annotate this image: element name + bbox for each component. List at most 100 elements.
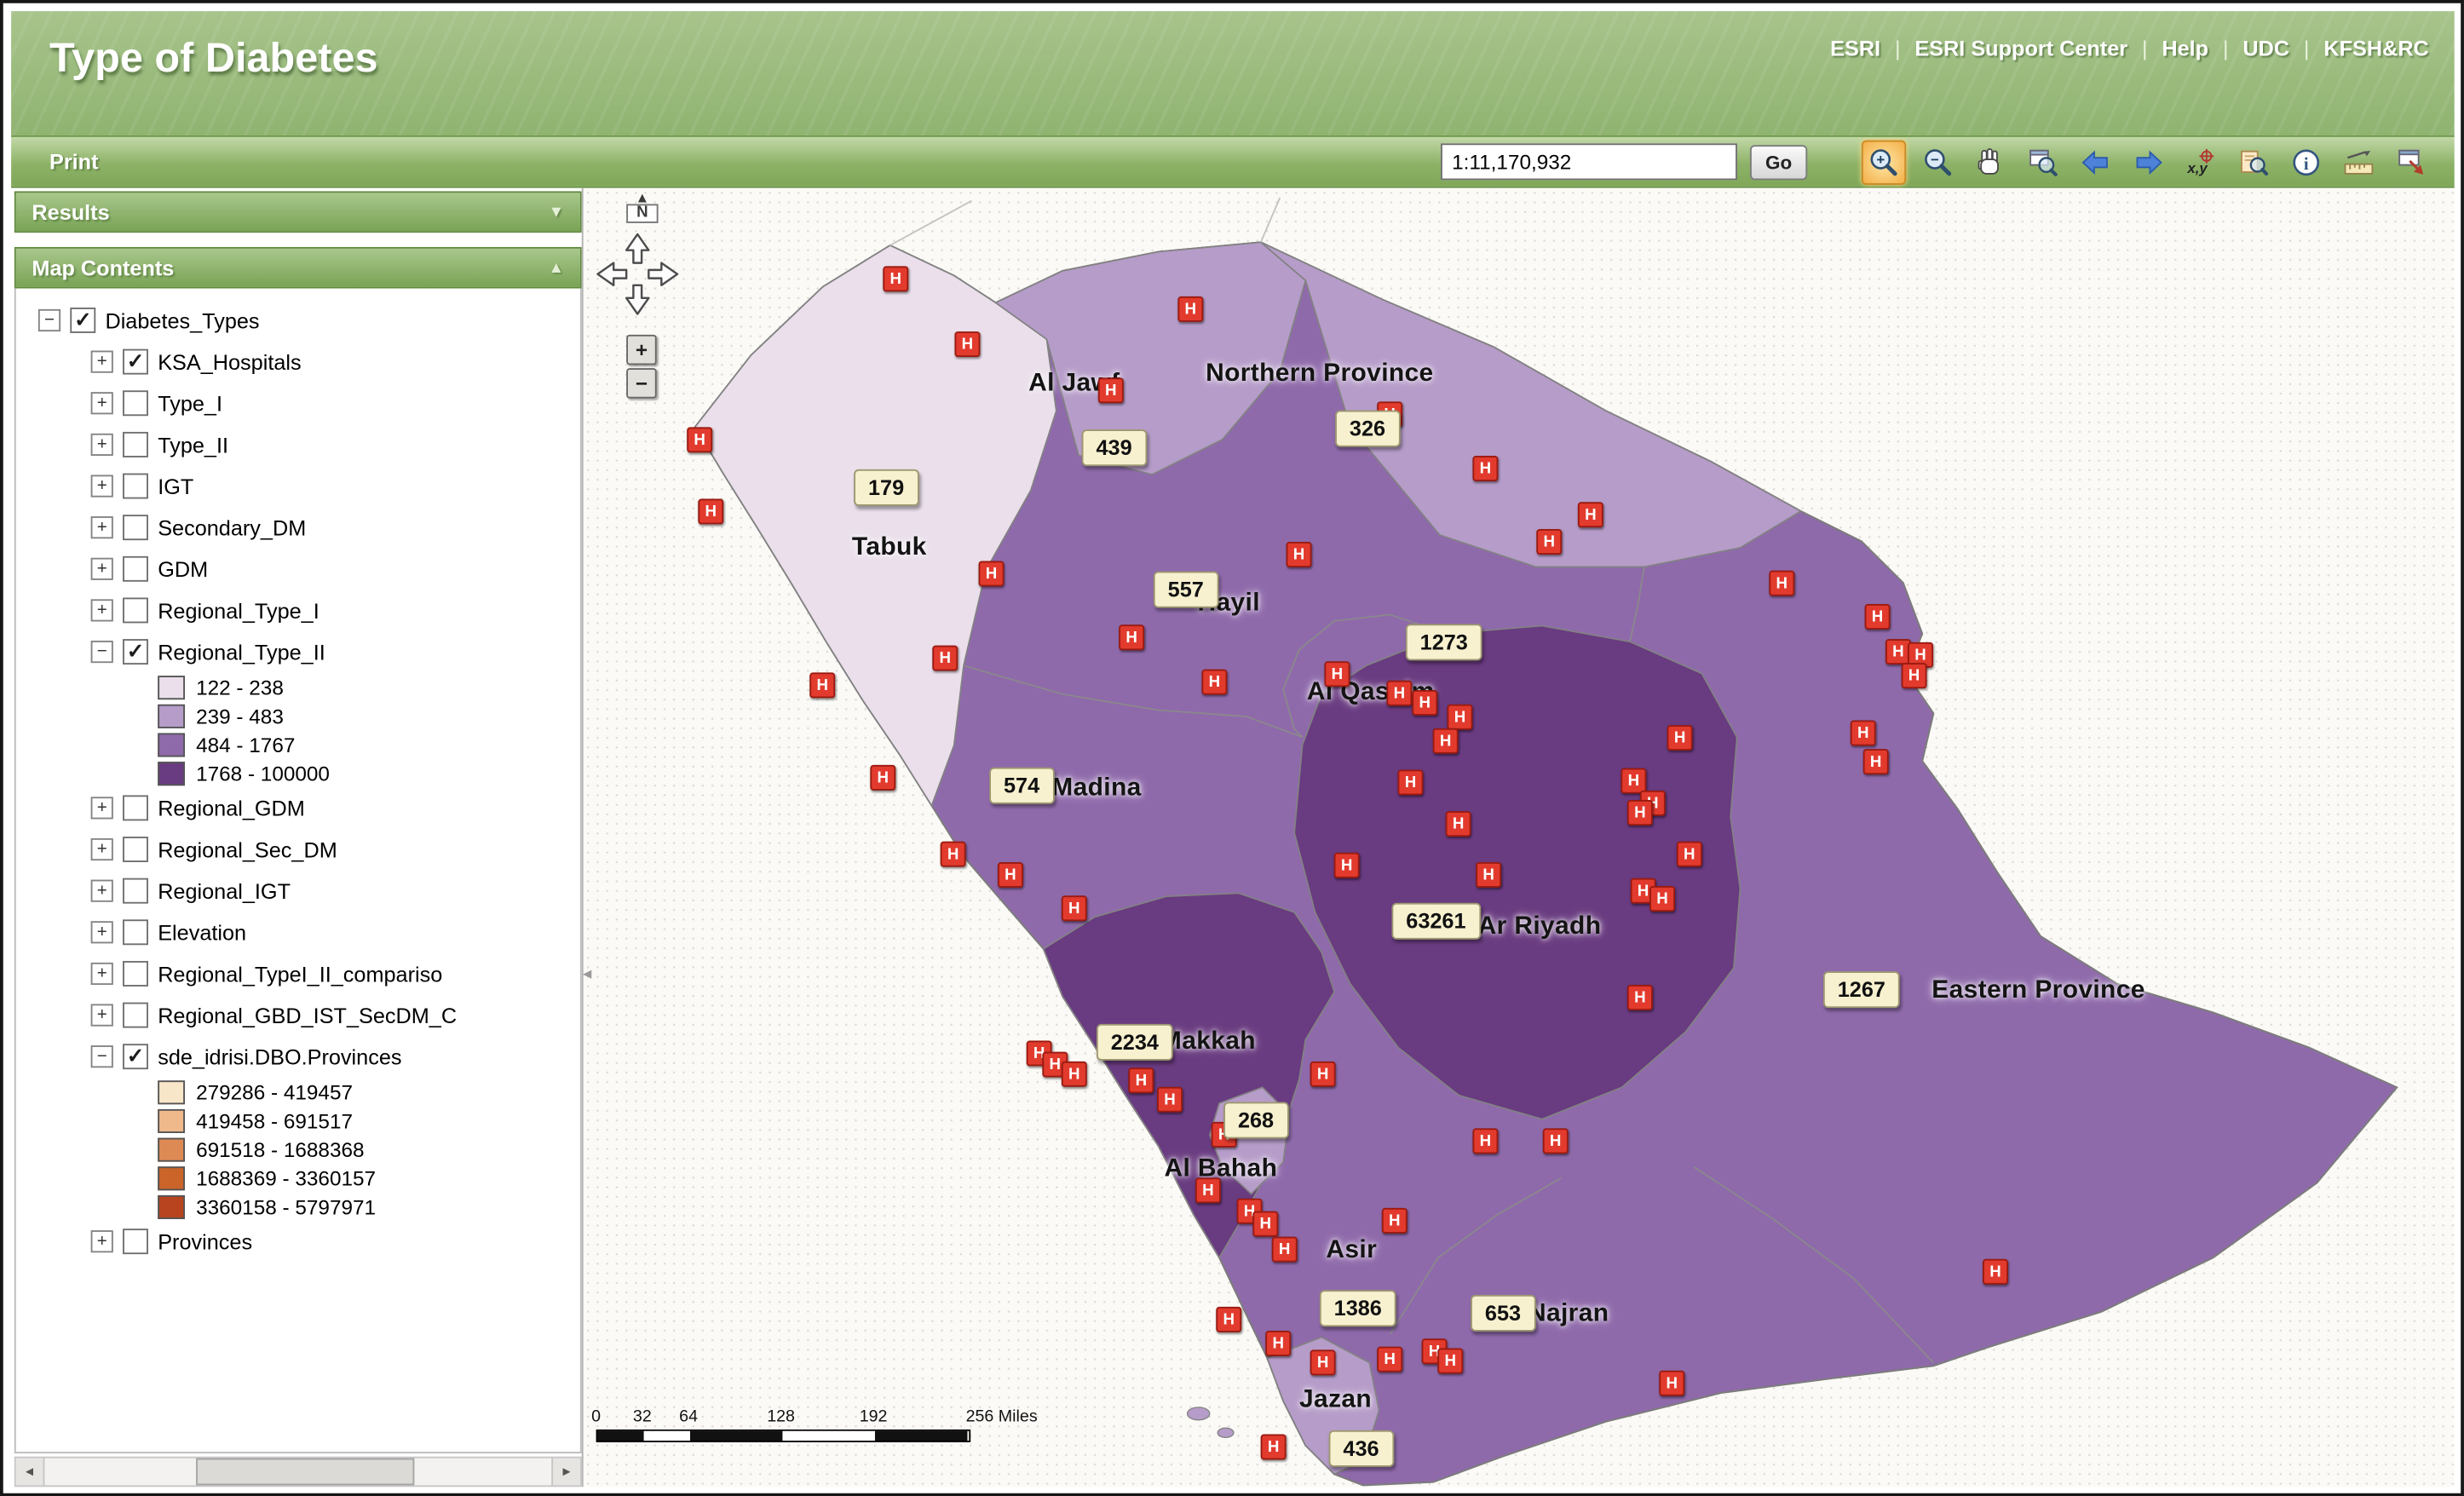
expand-box-icon[interactable]: +: [91, 880, 113, 902]
collapse-box-icon[interactable]: −: [91, 641, 113, 663]
find-tool-icon[interactable]: [2233, 141, 2275, 183]
go-button[interactable]: Go: [1750, 144, 1807, 179]
expand-box-icon[interactable]: +: [91, 1230, 113, 1252]
layer-checkbox[interactable]: [123, 597, 148, 623]
header-link-kfsh-rc[interactable]: KFSH&RC: [2323, 37, 2428, 60]
legend-item: 239 - 483: [16, 701, 580, 730]
layer-checkbox[interactable]: ✓: [123, 1044, 148, 1069]
chevron-up-icon[interactable]: ▲: [549, 259, 565, 277]
collapse-box-icon[interactable]: −: [38, 309, 60, 331]
header-link-esri[interactable]: ESRI: [1830, 37, 1880, 60]
legend-swatch: [158, 1079, 185, 1103]
scrollbar-thumb[interactable]: [196, 1459, 414, 1486]
layer-checkbox[interactable]: [123, 795, 148, 820]
layer-item-regional-igt[interactable]: +Regional_IGT: [16, 870, 580, 912]
zoom-out-tool-icon[interactable]: −: [1917, 141, 1959, 183]
header-link-udc[interactable]: UDC: [2242, 37, 2289, 60]
expand-box-icon[interactable]: +: [91, 434, 113, 456]
layer-item-regional-type-i[interactable]: +Regional_Type_I: [16, 590, 580, 631]
layer-label: sde_idrisi.DBO.Provinces: [158, 1044, 401, 1068]
back-tool-icon[interactable]: [2075, 141, 2117, 183]
xy-coordinates-tool-icon[interactable]: x,y: [2180, 141, 2222, 183]
zoom-out-button[interactable]: −: [626, 368, 657, 399]
layer-checkbox[interactable]: [123, 515, 148, 540]
province-boundary: [890, 201, 972, 245]
header-link-help[interactable]: Help: [2162, 37, 2208, 60]
layer-checkbox[interactable]: [123, 556, 148, 582]
layer-item-regional-gdm[interactable]: +Regional_GDM: [16, 787, 580, 829]
sidebar-collapse-icon[interactable]: ◄: [580, 966, 595, 982]
layer-item-gdm[interactable]: +GDM: [16, 548, 580, 590]
north-arrow-icon: ▲: [626, 191, 658, 204]
pan-tool-icon[interactable]: [1970, 141, 2012, 183]
link-separator: |: [2304, 37, 2310, 60]
expand-box-icon[interactable]: +: [91, 1004, 113, 1026]
layer-item-regional-type-ii[interactable]: −✓ Regional_Type_II: [16, 631, 580, 673]
scale-tick-label: 0: [591, 1407, 601, 1426]
layer-item-secondary-dm[interactable]: +Secondary_DM: [16, 507, 580, 549]
expand-box-icon[interactable]: +: [91, 599, 113, 621]
expand-box-icon[interactable]: +: [91, 797, 113, 819]
measure-tool-icon[interactable]: [2338, 141, 2380, 183]
layer-item-regional-typei-ii-compariso[interactable]: +Regional_TypeI_II_compariso: [16, 953, 580, 995]
layer-item-igt[interactable]: +IGT: [16, 465, 580, 507]
layer-item-type-i[interactable]: +Type_I: [16, 383, 580, 424]
collapse-box-icon[interactable]: −: [91, 1045, 113, 1067]
legend-swatch: [158, 1137, 185, 1161]
map-tools: +− x,y i: [1862, 140, 2432, 184]
pan-right-icon: [648, 263, 677, 285]
map-contents-panel-header[interactable]: Map Contents ▲: [14, 247, 582, 289]
legend-label: 419458 - 691517: [196, 1108, 353, 1132]
expand-box-icon[interactable]: +: [91, 392, 113, 414]
chevron-down-icon[interactable]: ▼: [549, 204, 565, 222]
layer-checkbox[interactable]: [123, 878, 148, 904]
layer-checkbox[interactable]: [123, 474, 148, 499]
forward-tool-icon[interactable]: [2127, 141, 2169, 183]
layer-checkbox[interactable]: ✓: [123, 639, 148, 665]
print-button[interactable]: Print: [49, 150, 99, 174]
layer-checkbox[interactable]: [123, 432, 148, 457]
expand-box-icon[interactable]: +: [91, 516, 113, 538]
header-link-esri-support-center[interactable]: ESRI Support Center: [1914, 37, 2127, 60]
layer-label: Regional_Type_II: [158, 640, 325, 664]
scrollbar-track[interactable]: [44, 1459, 551, 1486]
results-panel-header[interactable]: Results ▼: [14, 191, 582, 233]
layer-checkbox[interactable]: [123, 1003, 148, 1028]
identify-tool-icon[interactable]: i: [2285, 141, 2327, 183]
expand-box-icon[interactable]: +: [91, 558, 113, 580]
magnifier-window-tool-icon[interactable]: [2023, 141, 2064, 183]
island: [1218, 1428, 1234, 1437]
layer-item-diabetes-types[interactable]: −✓Diabetes_Types: [16, 300, 580, 342]
layer-checkbox[interactable]: [123, 390, 148, 416]
map-canvas[interactable]: TabukAl JawfNorthern ProvinceHayilAl Qas…: [582, 188, 2455, 1487]
scale-input[interactable]: [1441, 143, 1737, 180]
layer-item-provinces[interactable]: +Provinces: [16, 1221, 580, 1263]
scroll-right-icon[interactable]: ►: [551, 1459, 580, 1486]
layer-checkbox[interactable]: [123, 837, 148, 862]
sidebar-hscrollbar[interactable]: ◄ ►: [14, 1457, 582, 1487]
main-area: Results ▼ Map Contents ▲ −✓Diabetes_Type…: [11, 188, 2455, 1487]
layer-checkbox[interactable]: [123, 1228, 148, 1254]
zoom-in-button[interactable]: +: [626, 335, 657, 365]
expand-box-icon[interactable]: +: [91, 475, 113, 497]
expand-box-icon[interactable]: +: [91, 351, 113, 373]
scroll-left-icon[interactable]: ◄: [16, 1459, 45, 1486]
layer-checkbox[interactable]: [123, 919, 148, 945]
layer-checkbox[interactable]: [123, 961, 148, 987]
scale-bar-segment: [644, 1431, 690, 1441]
layer-item-elevation[interactable]: +Elevation: [16, 912, 580, 953]
expand-box-icon[interactable]: +: [91, 921, 113, 943]
layer-item-regional-gbd-ist-secdm-c[interactable]: +Regional_GBD_IST_SecDM_C: [16, 994, 580, 1036]
layer-checkbox[interactable]: ✓: [70, 308, 95, 333]
layer-label: Regional_Sec_DM: [158, 837, 337, 861]
zoom-in-tool-icon[interactable]: +: [1862, 140, 1906, 184]
expand-box-icon[interactable]: +: [91, 838, 113, 860]
layer-item-type-ii[interactable]: +Type_II: [16, 424, 580, 466]
layer-item-ksa-hospitals[interactable]: +✓KSA_Hospitals: [16, 341, 580, 383]
pan-pad[interactable]: [593, 229, 682, 319]
layer-checkbox[interactable]: ✓: [123, 349, 148, 375]
expand-box-icon[interactable]: +: [91, 963, 113, 985]
layer-item-sde-idrisi-dbo-provinces[interactable]: −✓ sde_idrisi.DBO.Provinces: [16, 1036, 580, 1078]
layer-item-regional-sec-dm[interactable]: + Regional_Sec_DM: [16, 829, 580, 871]
overview-map-tool-icon[interactable]: [2391, 141, 2432, 183]
